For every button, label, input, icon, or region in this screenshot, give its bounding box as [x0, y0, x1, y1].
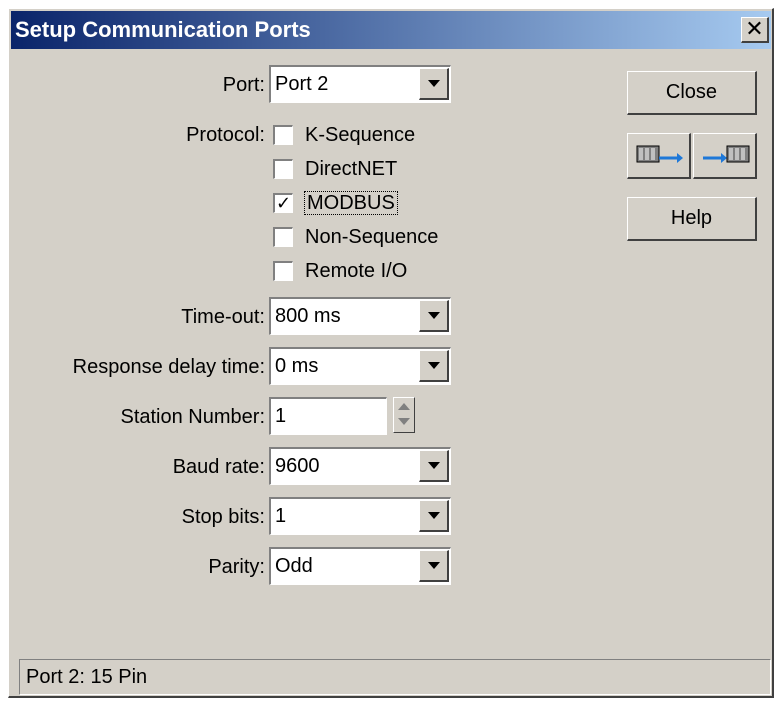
timeout-value: 800 ms	[275, 305, 341, 327]
checkmark-icon: ✓	[275, 193, 292, 213]
spin-up-icon[interactable]	[398, 403, 410, 410]
response-delay-label: Response delay time:	[72, 356, 265, 378]
protocol-remote-io-label: Remote I/O	[305, 260, 408, 282]
chevron-down-icon[interactable]	[419, 300, 449, 332]
baud-rate-label: Baud rate:	[172, 456, 265, 478]
station-number-label: Station Number:	[120, 406, 265, 428]
station-number-input[interactable]: 1	[269, 397, 387, 435]
help-button[interactable]: Help	[627, 197, 757, 241]
spin-down-icon[interactable]	[398, 418, 410, 425]
chevron-down-icon[interactable]	[419, 350, 449, 382]
parity-label: Parity:	[208, 556, 265, 578]
baud-rate-select[interactable]: 9600	[269, 447, 451, 485]
write-to-plc-button[interactable]	[627, 133, 691, 179]
setup-communication-ports-dialog: Setup Communication Ports ✕ Port: Port 2…	[8, 8, 774, 698]
title-bar: Setup Communication Ports ✕	[11, 11, 771, 49]
station-number-spinner[interactable]	[393, 397, 415, 433]
port-value: Port 2	[275, 73, 329, 95]
protocol-non-sequence-checkbox[interactable]	[273, 227, 293, 247]
close-icon: ✕	[745, 16, 764, 41]
read-from-plc-button[interactable]	[693, 133, 757, 179]
plc-write-icon	[636, 145, 683, 163]
stop-bits-value: 1	[275, 505, 287, 527]
timeout-select[interactable]: 800 ms	[269, 297, 451, 335]
protocol-k-sequence-label: K-Sequence	[305, 124, 416, 146]
protocol-modbus-checkbox[interactable]: ✓	[273, 193, 293, 213]
port-select[interactable]: Port 2	[269, 65, 451, 103]
port-label: Port:	[222, 74, 265, 96]
response-delay-value: 0 ms	[275, 355, 319, 377]
protocol-modbus-label: MODBUS	[304, 191, 398, 215]
stop-bits-label: Stop bits:	[181, 506, 265, 528]
close-button[interactable]: Close	[627, 71, 757, 115]
chevron-down-icon[interactable]	[419, 500, 449, 532]
close-window-button[interactable]: ✕	[741, 17, 769, 43]
timeout-label: Time-out:	[181, 306, 265, 328]
parity-value: Odd	[275, 555, 313, 577]
chevron-down-icon[interactable]	[419, 450, 449, 482]
protocol-directnet-checkbox[interactable]	[273, 159, 293, 179]
protocol-non-sequence-label: Non-Sequence	[305, 226, 439, 248]
stop-bits-select[interactable]: 1	[269, 497, 451, 535]
protocol-directnet-label: DirectNET	[305, 158, 398, 180]
plc-read-icon	[702, 145, 749, 163]
response-delay-select[interactable]: 0 ms	[269, 347, 451, 385]
baud-rate-value: 9600	[275, 455, 320, 477]
station-number-value: 1	[275, 405, 287, 427]
window-title: Setup Communication Ports	[15, 17, 311, 42]
protocol-k-sequence-checkbox[interactable]	[273, 125, 293, 145]
protocol-label: Protocol:	[186, 124, 265, 146]
protocol-remote-io-checkbox[interactable]	[273, 261, 293, 281]
status-bar: Port 2: 15 Pin	[19, 659, 771, 695]
chevron-down-icon[interactable]	[419, 68, 449, 100]
parity-select[interactable]: Odd	[269, 547, 451, 585]
chevron-down-icon[interactable]	[419, 550, 449, 582]
